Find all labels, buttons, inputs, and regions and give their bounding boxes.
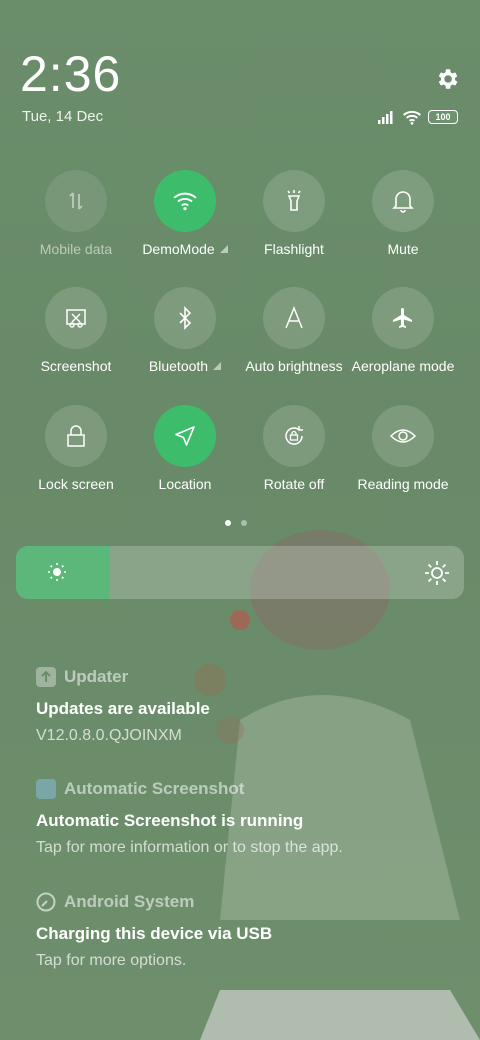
gear-icon xyxy=(438,69,458,89)
tile-label: Aeroplane mode xyxy=(351,358,455,374)
page-indicator xyxy=(225,520,247,526)
tile-flashlight[interactable]: Flashlight xyxy=(239,170,349,270)
notification-app-name: Android System xyxy=(64,892,195,911)
notification-text: Tap for more options. xyxy=(36,952,187,969)
tile-mobile-data[interactable]: Mobile data xyxy=(21,170,131,270)
bluetooth-icon xyxy=(179,306,192,330)
notification-automatic-screenshot[interactable]: Automatic Screenshot Automatic Screensho… xyxy=(36,779,456,857)
tile-label: Rotate off xyxy=(263,476,325,492)
notification-app-name: Automatic Screenshot xyxy=(64,779,245,798)
mobile-data-icon xyxy=(69,192,83,210)
tile-label: Lock screen xyxy=(38,476,114,492)
tile-label: Screenshot xyxy=(40,358,112,374)
notification-title: Automatic Screenshot is running xyxy=(36,811,304,830)
date[interactable]: Tue, 14 Dec xyxy=(22,108,103,125)
expand-indicator-icon xyxy=(219,245,228,253)
status-area: 2:36 Tue, 14 Dec 100 xyxy=(0,0,480,140)
brightness-low-icon xyxy=(48,563,66,581)
brightness-high-icon xyxy=(425,561,449,585)
notification-title: Updates are available xyxy=(36,699,210,718)
rotate-lock-icon xyxy=(285,426,303,445)
notification-updater[interactable]: Updater Updates are available V12.0.8.0.… xyxy=(36,667,456,745)
notification-title: Charging this device via USB xyxy=(36,924,273,943)
bell-icon xyxy=(392,191,414,213)
tile-rotate-off[interactable]: Rotate off xyxy=(239,405,349,505)
battery-level: 100 xyxy=(435,112,451,122)
flashlight-icon xyxy=(287,190,301,211)
wifi-icon xyxy=(403,110,421,125)
battery-icon: 100 xyxy=(428,110,458,124)
wifi-icon xyxy=(173,192,197,211)
screenshot-icon xyxy=(66,309,86,328)
page-dot xyxy=(241,520,247,526)
tile-label: Mute xyxy=(387,241,419,257)
tile-auto-brightness[interactable]: Auto brightness xyxy=(239,287,349,387)
tile-screenshot[interactable]: Screenshot xyxy=(21,287,131,387)
notification-android-system[interactable]: Android System Charging this device via … xyxy=(36,892,456,970)
notification-text: V12.0.8.0.QJOINXM xyxy=(36,727,182,744)
tile-label: Location xyxy=(158,476,212,492)
tile-label: Reading mode xyxy=(357,476,449,492)
tile-aeroplane-mode[interactable]: Aeroplane mode xyxy=(348,287,458,387)
tile-label: DemoMode xyxy=(142,241,215,257)
tile-demomode[interactable]: DemoMode xyxy=(130,170,240,270)
expand-indicator-icon xyxy=(213,362,222,370)
tile-reading-mode[interactable]: Reading mode xyxy=(348,405,458,505)
android-system-app-icon xyxy=(36,892,56,912)
airplane-icon xyxy=(393,308,412,328)
brightness-slider[interactable] xyxy=(16,546,464,599)
automatic-screenshot-app-icon xyxy=(36,779,56,799)
notification-text: Tap for more information or to stop the … xyxy=(36,839,343,856)
clock[interactable]: 2:36 xyxy=(20,46,121,102)
settings-button[interactable] xyxy=(432,64,462,94)
updater-app-icon xyxy=(36,667,56,687)
tile-mute[interactable]: Mute xyxy=(348,170,458,270)
tile-bluetooth[interactable]: Bluetooth xyxy=(130,287,240,387)
lock-icon xyxy=(67,425,85,447)
tile-lock-screen[interactable]: Lock screen xyxy=(21,405,131,505)
tile-location[interactable]: Location xyxy=(130,405,240,505)
page-dot xyxy=(225,520,231,526)
notification-app-name: Updater xyxy=(64,667,129,686)
tile-label: Flashlight xyxy=(264,241,324,257)
tile-label: Mobile data xyxy=(39,241,113,257)
tile-label: Bluetooth xyxy=(148,358,209,374)
eye-icon xyxy=(389,429,417,443)
signal-icon xyxy=(378,111,393,124)
location-icon xyxy=(175,426,195,446)
auto-brightness-icon xyxy=(285,306,303,329)
system-icons: 100 xyxy=(378,108,458,126)
tile-label: Auto brightness xyxy=(245,358,343,374)
